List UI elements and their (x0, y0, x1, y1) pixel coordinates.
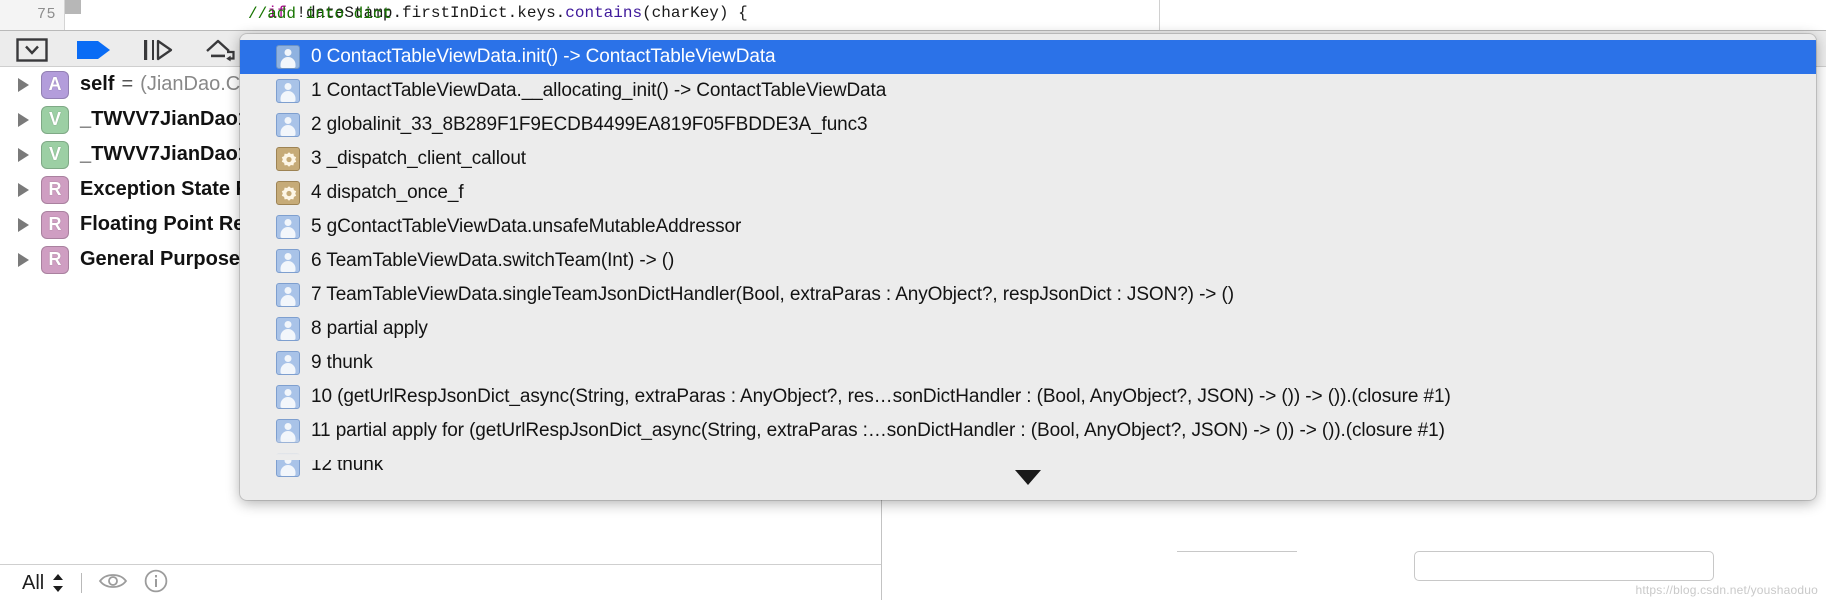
disclosure-triangle-icon[interactable] (18, 148, 29, 162)
type-badge-register: R (41, 176, 69, 204)
step-over-button[interactable] (136, 36, 180, 64)
stack-frame-item-11[interactable]: 11 partial apply for (getUrlRespJsonDict… (240, 414, 1816, 448)
stack-frame-label: 7 TeamTableViewData.singleTeamJsonDictHa… (311, 284, 1234, 306)
scope-selector-label: All (22, 572, 44, 595)
step-over-icon (141, 38, 175, 62)
xcode-debug-screen: 74 75 if !dateStamp.firstInDict.keys.con… (0, 0, 1826, 600)
stack-frame-item-9[interactable]: 9 thunk (240, 346, 1816, 380)
type-badge-variable: V (41, 141, 69, 169)
panel-collapse-icon (16, 38, 48, 62)
watermark-text: https://blog.csdn.net/youshaoduo (1635, 583, 1818, 597)
stack-frame-item-2[interactable]: 2 globalinit_33_8B289F1F9ECDB4499EA819F0… (240, 108, 1816, 142)
type-badge-argument: A (41, 71, 69, 99)
person-frame-icon (276, 283, 300, 307)
stack-frame-label: 9 thunk (311, 352, 373, 374)
type-badge-register: R (41, 211, 69, 239)
stack-frame-list: 0 ContactTableViewData.init() -> Contact… (240, 40, 1816, 482)
variable-equals: = (121, 73, 133, 96)
stack-frame-item-0[interactable]: 0 ContactTableViewData.init() -> Contact… (240, 40, 1816, 74)
variable-name: _TWVV7JianDao11 (80, 108, 259, 131)
continue-button[interactable] (72, 36, 116, 64)
console-input-field[interactable] (1414, 551, 1714, 581)
stack-frame-popup-menu[interactable]: 0 ContactTableViewData.init() -> Contact… (240, 34, 1816, 500)
variable-name: Floating Point Reg (80, 213, 257, 236)
stack-frame-label: 5 gContactTableViewData.unsafeMutableAdd… (311, 216, 741, 238)
code-token-method: contains (565, 4, 642, 22)
stack-frame-item-5[interactable]: 5 gContactTableViewData.unsafeMutableAdd… (240, 210, 1816, 244)
scroll-down-arrow-icon[interactable] (240, 460, 1816, 494)
hide-debug-area-button[interactable] (10, 36, 54, 64)
code-editor-strip: 74 75 if !dateStamp.firstInDict.keys.con… (0, 0, 1826, 30)
person-frame-icon (276, 419, 300, 443)
variable-name: self (80, 73, 114, 96)
disclosure-triangle-icon[interactable] (18, 253, 29, 267)
variable-name: General Purpose I (80, 248, 251, 271)
person-frame-icon (276, 249, 300, 273)
disclosure-triangle-icon[interactable] (18, 113, 29, 127)
stack-frame-label: 6 TeamTableViewData.switchTeam(Int) -> (… (311, 250, 674, 272)
stack-frame-label: 8 partial apply (311, 318, 428, 340)
scope-selector[interactable]: All (22, 572, 65, 595)
filter-bar-divider (81, 573, 82, 593)
editor-right-edge (1159, 0, 1160, 30)
stack-frame-item-3[interactable]: 3 _dispatch_client_callout (240, 142, 1816, 176)
person-frame-icon (276, 351, 300, 375)
person-frame-icon (276, 215, 300, 239)
person-frame-icon (276, 113, 300, 137)
step-into-button[interactable] (198, 36, 242, 64)
stack-frame-label: 0 ContactTableViewData.init() -> Contact… (311, 46, 776, 68)
stack-frame-item-8[interactable]: 8 partial apply (240, 312, 1816, 346)
gear-frame-icon (276, 181, 300, 205)
stack-frame-item-7[interactable]: 7 TeamTableViewData.singleTeamJsonDictHa… (240, 278, 1816, 312)
disclosure-triangle-icon[interactable] (18, 183, 29, 197)
code-token-args: (charKey) { (642, 4, 748, 22)
stack-frame-label: 1 ContactTableViewData.__allocating_init… (311, 80, 886, 102)
variables-filter-bar: All (0, 564, 881, 600)
stack-frame-item-1[interactable]: 1 ContactTableViewData.__allocating_init… (240, 74, 1816, 108)
stack-frame-item-4[interactable]: 4 dispatch_once_f (240, 176, 1816, 210)
variable-name: _TWVV7JianDao18 (80, 143, 260, 166)
person-frame-icon (276, 45, 300, 69)
stack-frame-label: 11 partial apply for (getUrlRespJsonDict… (311, 420, 1445, 442)
step-into-icon (203, 38, 237, 62)
person-frame-icon (276, 317, 300, 341)
stack-frame-label: 3 _dispatch_client_callout (311, 148, 526, 170)
type-badge-variable: V (41, 106, 69, 134)
person-frame-icon (276, 385, 300, 409)
info-circle-icon[interactable] (144, 569, 168, 598)
stack-frame-item-10[interactable]: 10 (getUrlRespJsonDict_async(String, ext… (240, 380, 1816, 414)
stack-frame-label: 4 dispatch_once_f (311, 182, 464, 204)
stack-frame-label: 2 globalinit_33_8B289F1F9ECDB4499EA819F0… (311, 114, 868, 136)
disclosure-triangle-icon[interactable] (18, 78, 29, 92)
editor-gutter: 74 75 (0, 0, 65, 30)
disclosure-triangle-icon[interactable] (18, 218, 29, 232)
continue-program-icon (76, 39, 112, 61)
eye-icon[interactable] (98, 570, 128, 597)
line-number-74: 74 (37, 0, 56, 4)
up-down-chevron-icon (51, 572, 65, 594)
console-secondary-field (1177, 551, 1297, 581)
stack-frame-label: 10 (getUrlRespJsonDict_async(String, ext… (311, 386, 1451, 408)
line-number-75: 75 (37, 6, 56, 23)
type-badge-register: R (41, 246, 69, 274)
person-frame-icon (276, 79, 300, 103)
variable-name: Exception State R (80, 178, 250, 201)
code-line-75-comment: //add into dict (248, 5, 392, 23)
gear-frame-icon (276, 147, 300, 171)
gutter-marker (65, 0, 81, 14)
stack-frame-item-6[interactable]: 6 TeamTableViewData.switchTeam(Int) -> (… (240, 244, 1816, 278)
